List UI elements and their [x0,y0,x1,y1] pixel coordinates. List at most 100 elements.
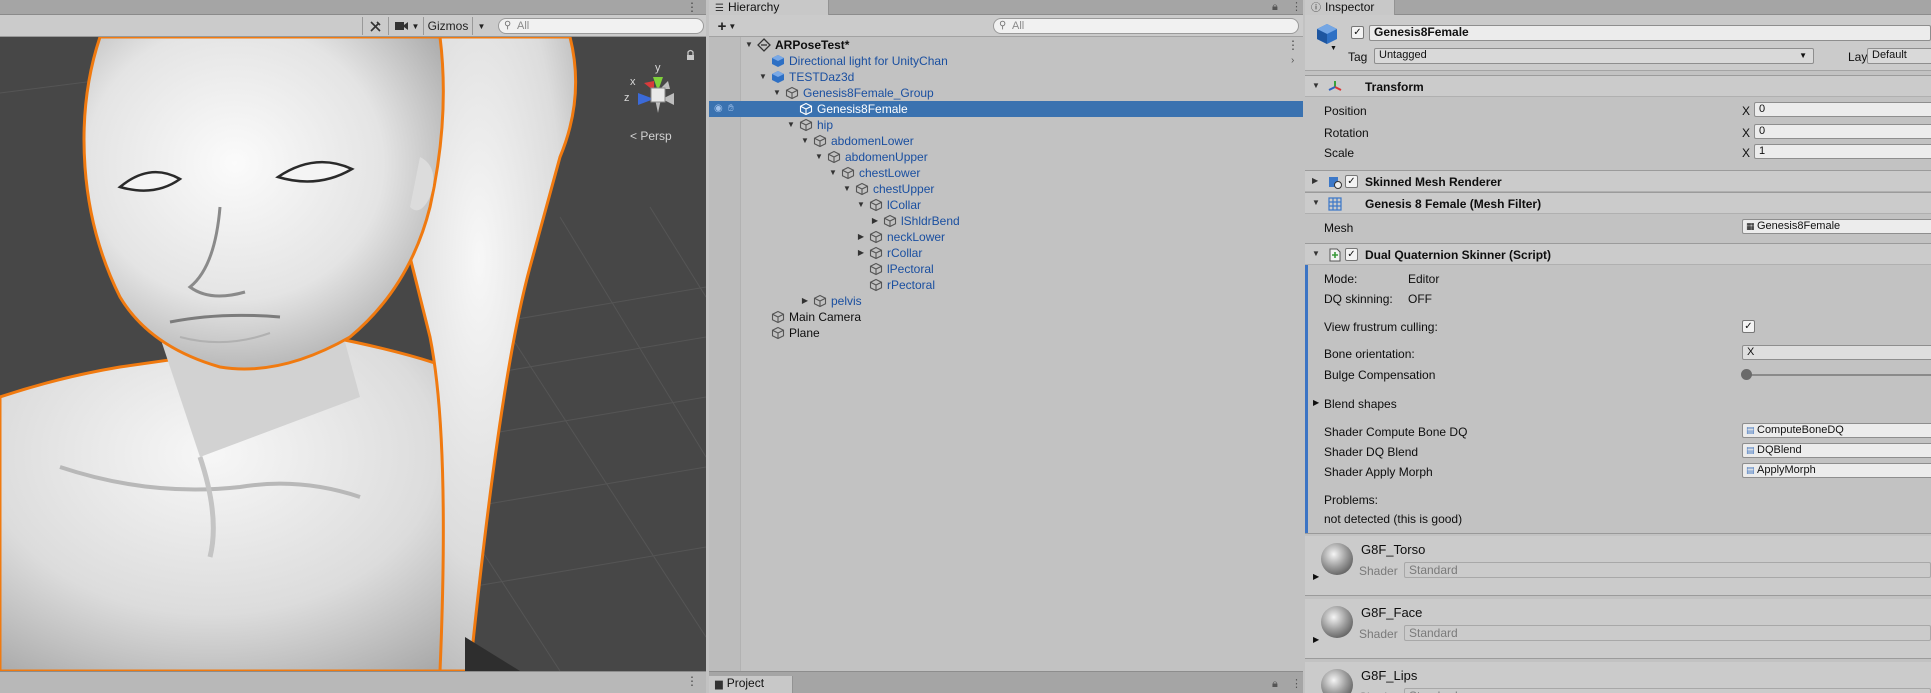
hierarchy-row[interactable]: ▼ abdomenLower [709,133,1303,149]
tag-dropdown[interactable]: Untagged ▼ [1374,48,1814,64]
chevron-down-icon[interactable]: ▼ [785,117,797,133]
scene-menu-icon[interactable]: ⋮ [686,0,698,15]
hierarchy-row[interactable]: Plane [709,325,1303,341]
chevron-down-icon: ▼ [1799,51,1807,60]
material-block[interactable]: G8F_Face ▶ Shader Standard [1305,599,1931,659]
material-block[interactable]: G8F_Lips▶ShaderStandard [1305,662,1931,693]
bulge-slider-thumb[interactable] [1741,369,1752,380]
camera-dropdown[interactable]: ▼ [392,17,422,35]
dq-skinner-header[interactable]: ▼ ✓ Dual Quaternion Skinner (Script) [1305,243,1931,265]
tab-inspector[interactable]: ⓘ Inspector [1305,0,1395,16]
material-block[interactable]: G8F_Torso ▶ Shader Standard [1305,536,1931,596]
hierarchy-row-label: Genesis8Female [817,102,908,116]
chevron-down-icon[interactable]: ▼ [813,149,825,165]
hierarchy-row[interactable]: ▼ lCollar [709,197,1303,213]
bulge-slider-track[interactable] [1746,374,1931,376]
prefab-open-icon[interactable]: › [1291,53,1294,69]
pickable-icon[interactable]: ✋︎ [728,101,734,117]
tools-icon[interactable] [365,17,385,35]
search-placeholder: All [1012,20,1025,32]
transform-header[interactable]: ▼ Transform [1305,75,1931,97]
hierarchy-row[interactable]: rPectoral [709,277,1303,293]
chevron-right-icon[interactable]: ▶ [869,213,881,229]
hierarchy-row[interactable]: ▶ lShldrBend [709,213,1303,229]
dq-skinning-label: DQ skinning: [1324,292,1393,306]
gizmos-button[interactable]: Gizmos [426,17,470,35]
hierarchy-row[interactable]: ▼ hip [709,117,1303,133]
shader-dropdown[interactable]: Standard [1404,562,1931,578]
chevron-down-icon[interactable]: ▼ [855,197,867,213]
visibility-icon[interactable]: ◉ [714,101,723,117]
project-menu-icon[interactable]: ⋮ [1291,677,1302,692]
frustum-culling-checkbox[interactable]: ✓ [1742,320,1755,333]
chevron-right-icon[interactable]: ▶ [799,293,811,309]
bottom-menu-icon[interactable]: ⋮ [686,674,698,688]
enabled-checkbox[interactable]: ✓ [1345,248,1358,261]
gizmos-dropdown[interactable]: ▼ [472,17,490,35]
hierarchy-row[interactable]: ▶ neckLower [709,229,1303,245]
hierarchy-row[interactable]: Main Camera [709,309,1303,325]
shader-blend-field[interactable]: ▤ DQBlend [1742,443,1931,458]
position-x-field[interactable]: 0 [1754,102,1931,117]
cube-icon [799,102,813,116]
chevron-down-icon[interactable]: ▼ [1330,45,1337,52]
lock-icon[interactable]: 🔒︎ [1272,0,1278,15]
project-tab-bar: ▆ Project 🔒︎ ⋮ [709,671,1303,693]
chevron-down-icon[interactable]: ▼ [827,165,839,181]
hierarchy-row[interactable]: ▼ abdomenUpper [709,149,1303,165]
chevron-down-icon[interactable]: ▼ [799,133,811,149]
scene-viewport[interactable]: y z x < Persp [0,37,706,671]
scene-options-icon[interactable]: ⋮ [1287,37,1299,53]
bone-orientation-dropdown[interactable]: X [1742,345,1931,360]
chevron-down-icon[interactable]: ▼ [841,181,853,197]
shader-morph-field[interactable]: ▤ ApplyMorph [1742,463,1931,478]
lock-icon[interactable]: 🔒︎ [1272,677,1278,692]
hierarchy-row-selected[interactable]: Genesis8Female ◉ ✋︎ [709,101,1303,117]
enabled-checkbox[interactable]: ✓ [1345,175,1358,188]
hierarchy-row[interactable]: Directional light for UnityChan › [709,53,1303,69]
chevron-right-icon[interactable]: ▶ [855,245,867,261]
mesh-object-field[interactable]: ▦ Genesis8Female [1742,219,1931,234]
chevron-right-icon[interactable]: ▶ [1313,572,1319,581]
hierarchy-row[interactable]: ▶ rCollar [709,245,1303,261]
cube-icon [869,198,883,212]
chevron-down-icon[interactable]: ▼ [757,69,769,85]
shader-dropdown[interactable]: Standard [1404,625,1931,641]
object-name-field[interactable]: Genesis8Female [1369,25,1931,41]
shader-compute-field[interactable]: ▤ ComputeBoneDQ [1742,423,1931,438]
hierarchy-tree[interactable]: ▼ ARPoseTest* ⋮ Directional light for Unity… [709,37,1303,671]
scene-view[interactable]: ⋮ ▼ Gizmos ▼ ⚲ All y z x < Persp ⋮ [0,0,706,693]
projection-toggle[interactable]: < Persp [630,129,672,143]
mesh-filter-header[interactable]: ▼ Genesis 8 Female (Mesh Filter) [1305,192,1931,214]
hierarchy-row[interactable]: ▼ chestUpper [709,181,1303,197]
tab-project[interactable]: ▆ Project [709,676,793,693]
material-preview-icon [1321,669,1353,693]
material-preview-icon [1321,606,1353,638]
active-checkbox[interactable]: ✓ [1351,26,1364,39]
scene-search-input[interactable]: ⚲ All [498,18,704,34]
chevron-down-icon[interactable]: ▼ [771,85,783,101]
blend-shapes-foldout[interactable]: Blend shapes [1324,397,1397,411]
lock-icon [687,49,694,60]
tab-hierarchy[interactable]: ☰ Hierarchy [709,0,829,16]
hierarchy-row[interactable]: ▶ pelvis [709,293,1303,309]
hierarchy-search-input[interactable]: ⚲ All [993,18,1299,34]
chevron-down-icon[interactable]: ▼ [743,37,755,53]
chevron-right-icon[interactable]: ▶ [855,229,867,245]
hierarchy-row[interactable]: ▼ Genesis8Female_Group [709,85,1303,101]
skinned-mesh-renderer-header[interactable]: ▶ ✓ Skinned Mesh Renderer [1305,170,1931,192]
shader-dropdown[interactable]: Standard [1404,688,1931,693]
chevron-right-icon[interactable]: ▶ [1313,398,1319,407]
hierarchy-menu-icon[interactable]: ⋮ [1291,0,1302,15]
chevron-down-icon: ▼ [728,21,737,31]
hierarchy-row[interactable]: ▼ chestLower [709,165,1303,181]
hierarchy-row[interactable]: lPectoral [709,261,1303,277]
rotation-x-field[interactable]: 0 [1754,124,1931,139]
hierarchy-row[interactable]: ▼ ARPoseTest* ⋮ [709,37,1303,53]
scale-x-field[interactable]: 1 [1754,144,1931,159]
hierarchy-row[interactable]: ▼ TESTDaz3d [709,69,1303,85]
layer-dropdown[interactable]: Default [1867,48,1931,64]
chevron-right-icon[interactable]: ▶ [1313,635,1319,644]
scene-tab-strip: ⋮ [0,0,706,15]
create-button[interactable]: + ▼ [713,17,741,35]
